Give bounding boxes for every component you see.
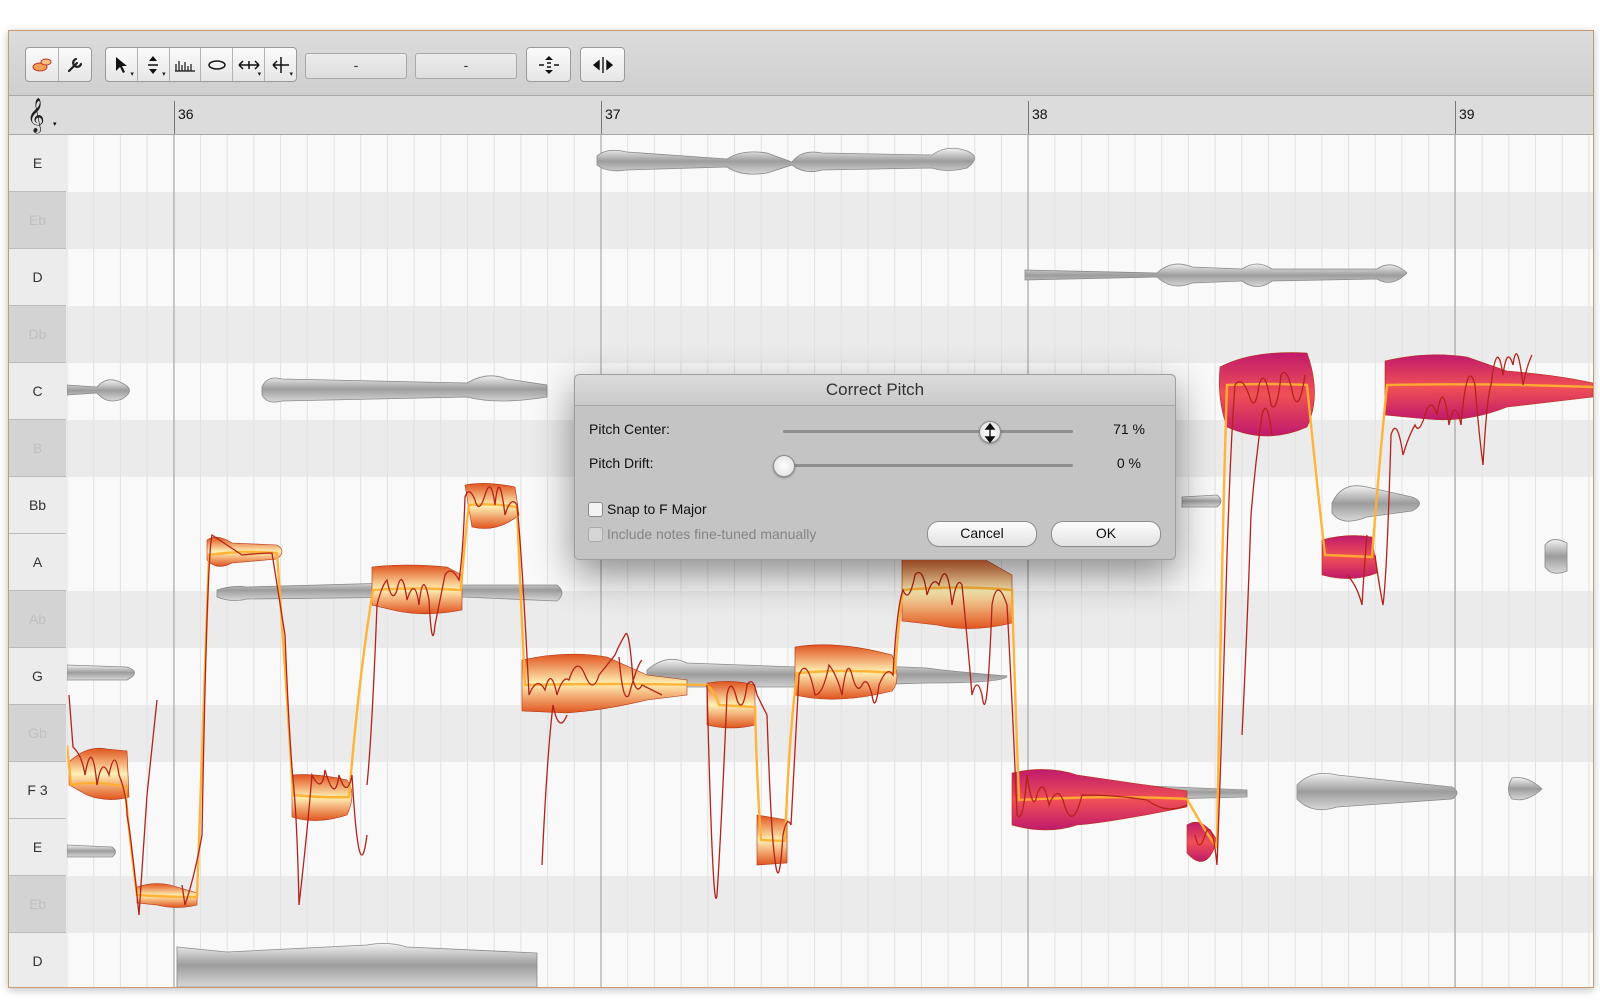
treble-clef-icon[interactable]: 𝄞 <box>27 99 45 133</box>
pitch-drift-slider-thumb[interactable] <box>773 455 795 477</box>
ok-button[interactable]: OK <box>1051 521 1161 547</box>
pitch-drift-label: Pitch Drift: <box>589 455 654 471</box>
pitch-key[interactable]: Db <box>9 306 66 363</box>
timeline-ruler[interactable]: 𝄞 ▾ 36 37 38 39 <box>9 96 1593 135</box>
pitch-row <box>67 705 1593 762</box>
note-separation-icon[interactable]: ▾ <box>265 48 296 81</box>
formant-tool-icon[interactable] <box>170 48 202 81</box>
pitch-row <box>67 591 1593 648</box>
time-position-field[interactable]: - <box>415 53 517 79</box>
include-fine-tuned-label: Include notes fine-tuned manually <box>607 526 817 542</box>
wrench-icon[interactable] <box>59 48 91 81</box>
time-tool-icon[interactable]: ▾ <box>233 48 266 81</box>
pitch-key[interactable]: D <box>9 249 66 306</box>
pitch-key[interactable]: D <box>9 933 66 987</box>
bar-number: 37 <box>605 106 621 122</box>
edit-tool-group: ▾ ▾ ▾ ▾ <box>105 47 297 82</box>
pointer-icon[interactable]: ▾ <box>106 48 138 81</box>
bar-number: 36 <box>178 106 194 122</box>
note-editor-grid[interactable] <box>67 135 1593 987</box>
bar-number: 38 <box>1032 106 1048 122</box>
pitch-key[interactable]: C <box>9 363 66 420</box>
melodyne-window: ▾ ▾ ▾ ▾ - - 𝄞 ▾ 36 37 38 39 E Eb D Db C B Bb A Ab G G… <box>8 30 1594 988</box>
pitch-center-label: Pitch Center: <box>589 421 670 437</box>
quantize-time-macro-icon <box>581 48 624 81</box>
pitch-key[interactable]: F 3 <box>9 762 66 819</box>
mode-tool-group <box>25 47 92 82</box>
pitch-key[interactable]: Ab <box>9 591 66 648</box>
snap-to-scale-label: Snap to F Major <box>607 501 707 517</box>
pitch-key[interactable]: E <box>9 135 66 192</box>
pitch-tool-icon[interactable]: ▾ <box>138 48 170 81</box>
pitch-drift-value: 0 % <box>1116 455 1141 471</box>
bar-number: 39 <box>1459 106 1475 122</box>
pitch-row <box>67 192 1593 249</box>
clef-chevron-down-icon[interactable]: ▾ <box>53 120 57 128</box>
pitch-key[interactable]: E <box>9 819 66 876</box>
correct-pitch-dialog: Correct Pitch Pitch Center: 71 % Pitch D… <box>574 374 1176 560</box>
cancel-button[interactable]: Cancel <box>927 521 1037 547</box>
blob-tool-icon[interactable] <box>26 48 59 81</box>
toolbar: ▾ ▾ ▾ ▾ - - <box>9 31 1593 96</box>
correct-pitch-macro-icon <box>527 48 570 81</box>
dialog-title: Correct Pitch <box>575 375 1175 406</box>
pitch-key[interactable]: Gb <box>9 705 66 762</box>
include-fine-tuned-checkbox <box>588 527 603 542</box>
pitch-row <box>67 306 1593 363</box>
snap-to-scale-checkbox[interactable] <box>588 502 603 517</box>
pitch-key[interactable]: Eb <box>9 192 66 249</box>
pitch-deviation-field[interactable]: - <box>305 53 407 79</box>
pitch-center-slider[interactable] <box>783 430 1073 433</box>
pitch-row <box>67 876 1593 933</box>
pitch-center-value: 71 % <box>1113 421 1145 437</box>
pitch-key[interactable]: B <box>9 420 66 477</box>
pitch-key[interactable]: Bb <box>9 477 66 534</box>
pitch-drift-slider[interactable] <box>783 464 1073 467</box>
pitch-key[interactable]: A <box>9 534 66 591</box>
pitch-key[interactable]: G <box>9 648 66 705</box>
pitch-ruler: E Eb D Db C B Bb A Ab G Gb F 3 E Eb D <box>9 135 67 987</box>
quantize-time-macro-button[interactable] <box>580 47 625 82</box>
amplitude-tool-icon[interactable] <box>201 48 234 81</box>
pitch-key[interactable]: Eb <box>9 876 66 933</box>
resize-vertical-cursor-icon <box>984 423 996 443</box>
correct-pitch-macro-button[interactable] <box>526 47 571 82</box>
